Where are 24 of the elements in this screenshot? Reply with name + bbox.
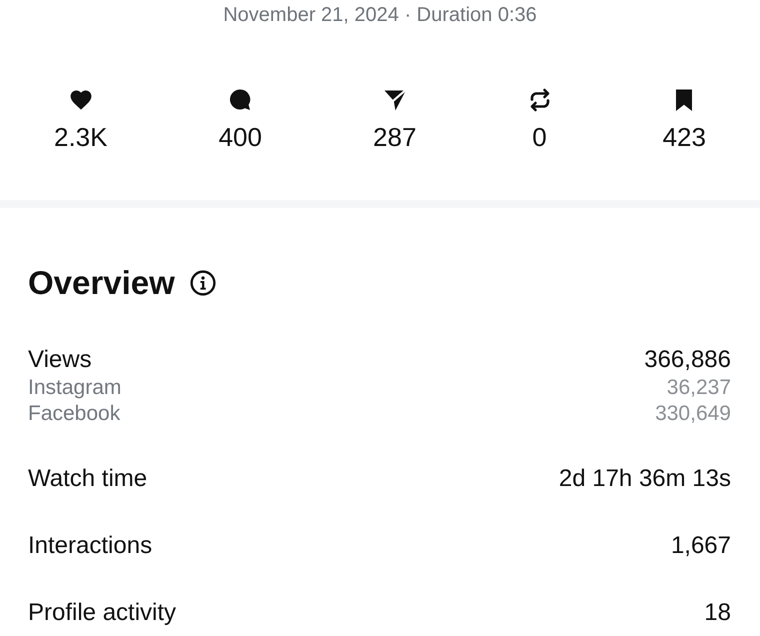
section-title: Overview xyxy=(28,263,175,303)
source-value: 330,649 xyxy=(655,401,731,427)
metric-label: Watch time xyxy=(28,464,148,494)
metric-label: Profile activity xyxy=(28,598,176,628)
paper-plane-icon xyxy=(382,88,407,112)
repeat-arrows-icon xyxy=(528,88,552,112)
metric-value: 1,667 xyxy=(670,531,731,561)
metric-value: 18 xyxy=(704,598,731,628)
post-date-duration: November 21, 2024 · Duration 0:36 xyxy=(223,3,537,28)
info-icon[interactable] xyxy=(190,270,216,296)
metric-label: Interactions xyxy=(28,531,152,561)
stat-count: 0 xyxy=(532,122,547,152)
source-value: 36,237 xyxy=(666,375,731,401)
metric-value: 2d 17h 36m 13s xyxy=(558,464,731,494)
metric-label: Views xyxy=(28,345,92,375)
stat-count: 2.3K xyxy=(54,122,108,152)
stat-count: 400 xyxy=(218,122,262,152)
metric-value: 366,886 xyxy=(644,345,731,375)
stat-count: 423 xyxy=(662,122,706,152)
source-label: Instagram xyxy=(28,375,122,401)
speech-bubble-icon xyxy=(228,88,252,112)
heart-icon xyxy=(68,88,93,112)
stat-count: 287 xyxy=(373,122,416,152)
source-label: Facebook xyxy=(28,401,120,427)
